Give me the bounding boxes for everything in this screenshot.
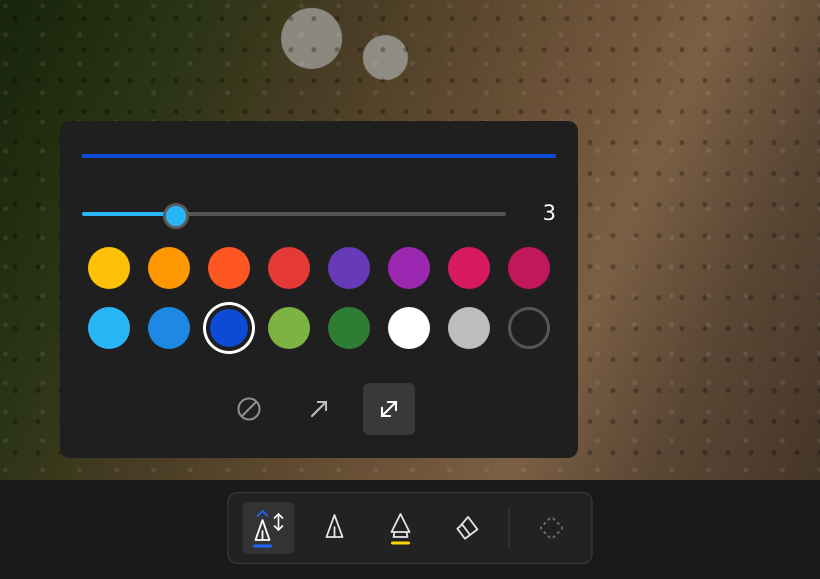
toolbar-divider xyxy=(509,508,510,548)
tool-pen-secondary[interactable] xyxy=(309,502,361,554)
thickness-slider-row: 3 xyxy=(82,201,556,225)
tip-none[interactable] xyxy=(223,383,275,435)
pen-settings-panel: 3 xyxy=(60,121,578,458)
up-down-icon xyxy=(275,514,283,530)
color-swatch[interactable] xyxy=(148,247,190,289)
toolbar-strip xyxy=(0,480,820,579)
pen-icon xyxy=(256,520,270,540)
color-swatch[interactable] xyxy=(148,307,190,349)
highlighter-icon xyxy=(392,514,410,537)
crop-icon xyxy=(540,517,563,540)
tool-eraser[interactable] xyxy=(441,502,493,554)
color-swatch[interactable] xyxy=(448,307,490,349)
annotation-toolbar xyxy=(228,492,593,564)
color-swatch[interactable] xyxy=(388,247,430,289)
tool-shape-crop[interactable] xyxy=(526,502,578,554)
color-swatch[interactable] xyxy=(448,247,490,289)
slider-thumb[interactable] xyxy=(163,203,189,229)
color-swatch[interactable] xyxy=(208,247,250,289)
color-swatch[interactable] xyxy=(328,247,370,289)
color-swatch[interactable] xyxy=(388,307,430,349)
color-swatch[interactable] xyxy=(328,307,370,349)
color-swatch[interactable] xyxy=(508,307,550,349)
thickness-value: 3 xyxy=(532,201,556,225)
slider-track-fill xyxy=(82,212,176,216)
thickness-slider[interactable] xyxy=(82,205,506,221)
pen-icon xyxy=(327,515,343,537)
tip-single-arrow[interactable] xyxy=(293,383,345,435)
stroke-preview xyxy=(82,151,556,161)
color-swatch[interactable] xyxy=(88,247,130,289)
tool-pen-primary[interactable] xyxy=(243,502,295,554)
chevron-up-icon xyxy=(258,511,268,516)
color-swatch[interactable] xyxy=(210,309,248,347)
tip-double-arrow[interactable] xyxy=(363,383,415,435)
color-swatches xyxy=(88,247,550,349)
color-swatch[interactable] xyxy=(268,307,310,349)
color-swatch[interactable] xyxy=(268,247,310,289)
eraser-icon xyxy=(456,516,479,541)
arrow-tip-options xyxy=(60,383,578,435)
color-swatch[interactable] xyxy=(88,307,130,349)
color-swatch[interactable] xyxy=(508,247,550,289)
tool-highlighter[interactable] xyxy=(375,502,427,554)
